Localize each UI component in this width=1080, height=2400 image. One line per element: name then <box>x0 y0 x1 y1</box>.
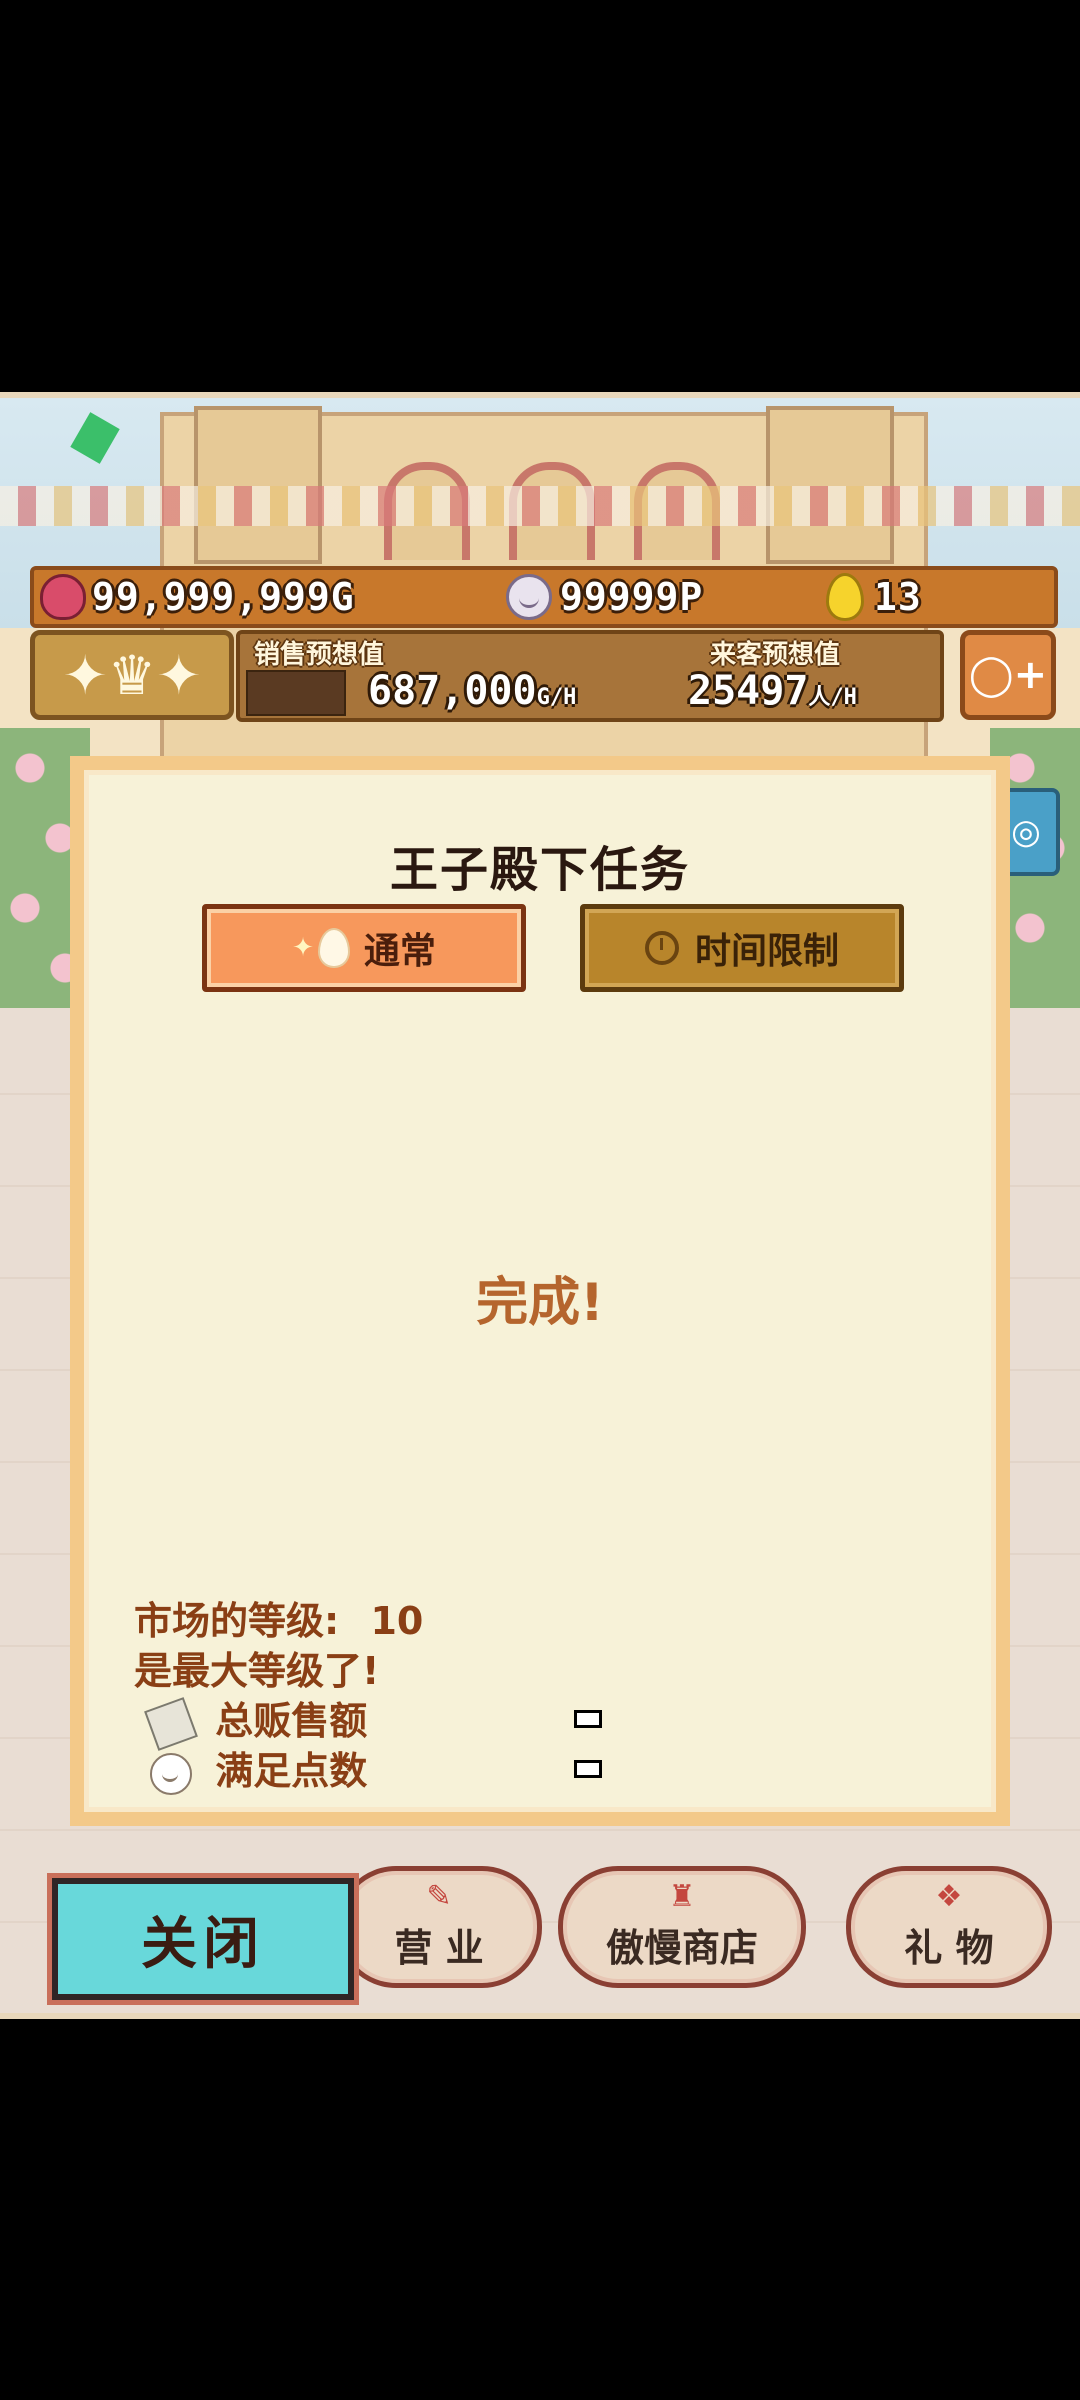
forecast-panel: 销售预想值 来客预想值 687,000G/H 25497人/H <box>236 630 944 722</box>
dialog-title: 王子殿下任务 <box>389 842 690 898</box>
satisfaction-value-box <box>574 1760 602 1778</box>
sales-forecast-unit: G/H <box>536 685 577 710</box>
max-level-note: 是最大等级了! <box>134 1649 380 1693</box>
hat-icon: ♜ <box>668 1879 696 1914</box>
purse-icon <box>40 574 86 620</box>
visitor-forecast-label: 来客预想值 <box>710 640 841 670</box>
satisfaction-row: 满足点数 <box>150 1740 367 1795</box>
tab-normal-label: 通常 <box>363 931 436 972</box>
sales-forecast-label: 销售预想值 <box>254 640 385 670</box>
total-sales-label: 总贩售额 <box>215 1699 368 1743</box>
close-button[interactable]: 关闭 <box>47 1873 359 2005</box>
add-egg-button[interactable]: ◯+ <box>960 630 1056 720</box>
smile-icon <box>506 574 552 620</box>
nav-gift-tab[interactable]: ❖ 礼 物 <box>846 1866 1052 1988</box>
castle-tower <box>194 406 322 564</box>
sales-forecast-value: 687,000 <box>368 668 537 714</box>
visitor-forecast: 25497人/H <box>688 668 857 714</box>
sparkle-icon: ✦ <box>292 933 314 963</box>
market-level-label: 市场的等级: <box>134 1599 340 1643</box>
camera-icon: ◎ <box>1011 812 1041 852</box>
nav-business-tab[interactable]: ✎ 营 业 <box>336 1866 542 1988</box>
points-counter: 99999P <box>506 574 703 620</box>
prince-mission-dialog: 王子殿下任务 ✦ 通常 时间限制 完成! 市场的等级: 10 是最大等级了! 总… <box>70 756 1010 1826</box>
mission-complete-text: 完成! <box>476 1273 604 1333</box>
visitor-forecast-value: 25497 <box>688 668 809 714</box>
nav-gift-label: 礼 物 <box>904 1925 994 1970</box>
whisk-icon: ✎ <box>426 1879 452 1914</box>
bunting-decoration <box>0 486 1080 526</box>
market-level-row: 市场的等级: 10 <box>134 1590 423 1645</box>
gold-counter: 99,999,999G <box>40 574 355 620</box>
forecast-gauge <box>246 670 346 716</box>
clock-icon <box>644 931 679 965</box>
crown-button[interactable]: ✦♛✦ <box>30 630 234 720</box>
egg-value: 13 <box>874 575 922 619</box>
satisfaction-label: 满足点数 <box>215 1749 368 1793</box>
egg-icon <box>317 928 350 968</box>
points-value: 99999P <box>560 575 704 619</box>
market-level-value: 10 <box>370 1599 424 1643</box>
tab-time-limited[interactable]: 时间限制 <box>580 904 904 992</box>
gift-icon: ❖ <box>935 1879 963 1914</box>
egg-counter: 13 <box>826 573 922 621</box>
nav-shop-tab[interactable]: ♜ 傲慢商店 <box>558 1866 806 1988</box>
tab-time-limited-label: 时间限制 <box>694 931 839 972</box>
smile-face-icon <box>150 1752 192 1795</box>
total-sales-value-box <box>574 1710 602 1728</box>
resource-bar: 99,999,999G 99999P 13 <box>30 566 1058 628</box>
sales-forecast: 687,000G/H <box>368 668 576 714</box>
gold-value: 99,999,999G <box>92 575 355 619</box>
nav-business-label: 营 业 <box>394 1925 484 1970</box>
golden-egg-icon <box>826 573 864 621</box>
castle-tower <box>766 406 894 564</box>
visitor-forecast-unit: 人/H <box>808 685 857 710</box>
total-sales-row: 总贩售额 <box>144 1690 368 1751</box>
tab-normal[interactable]: ✦ 通常 <box>202 904 526 992</box>
crown-icon: ✦♛✦ <box>62 643 202 707</box>
egg-plus-icon: ◯+ <box>968 652 1048 698</box>
nav-shop-label: 傲慢商店 <box>605 1925 758 1970</box>
